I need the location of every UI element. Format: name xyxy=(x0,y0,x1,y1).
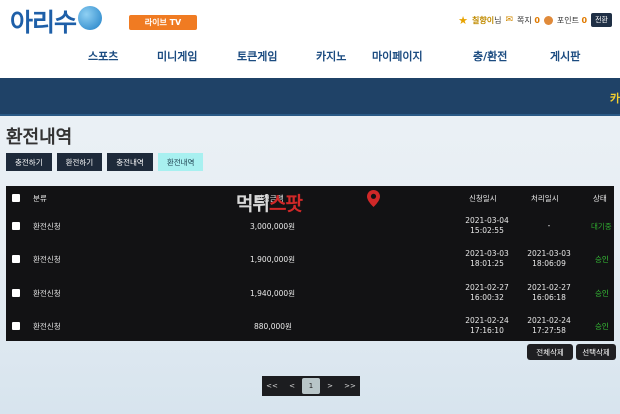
tab-withdraw-history[interactable]: 환전내역 xyxy=(157,153,204,171)
logo-text: 아리수 xyxy=(10,8,77,37)
nav-item-tokengame[interactable]: 토큰게임 xyxy=(237,48,277,64)
table-row: 환전신청 880,000원 2021-02-24 17:16:10 2021-0… xyxy=(6,314,614,340)
row-type: 환전신청 xyxy=(33,289,61,298)
pager-first[interactable]: << xyxy=(262,382,282,390)
points-count: 0 xyxy=(581,15,588,25)
nav-item-mypage[interactable]: 마이페이지 xyxy=(372,48,423,64)
row-amount: 1,940,000원 xyxy=(250,289,296,298)
points-link[interactable]: 포인트 0 xyxy=(557,15,587,26)
row-checkbox[interactable] xyxy=(12,222,20,230)
live-tv-button[interactable]: 라이브 TV xyxy=(129,15,197,30)
pagination: << < 1 > >> xyxy=(262,376,360,396)
row-request-time: 15:02:55 xyxy=(470,226,504,235)
table-header-row: 분류 신청금액 신청일시 처리일시 상태 xyxy=(6,192,614,204)
user-greeting: 칠향이님 xyxy=(472,15,501,26)
delete-all-button[interactable]: 전체삭제 xyxy=(527,344,573,360)
table-row: 환전신청 1,900,000원 2021-03-03 18:01:25 2021… xyxy=(6,247,614,273)
nav-item-minigame[interactable]: 미니게임 xyxy=(157,48,197,64)
pager-current[interactable]: 1 xyxy=(302,378,320,394)
pager-next[interactable]: > xyxy=(320,382,340,390)
row-process-time: 16:06:18 xyxy=(532,293,566,302)
exchange-button[interactable]: 전환 xyxy=(591,13,612,27)
points-label: 포인트 xyxy=(556,15,579,25)
row-type: 환전신청 xyxy=(33,222,61,231)
row-process-time: 18:06:09 xyxy=(532,259,566,268)
user-bar: ★ 칠향이님 ✉ 쪽지 0 포인트 0 전환 xyxy=(458,13,612,27)
row-request-time: 16:00:32 xyxy=(470,293,504,302)
user-nickname: 칠향이 xyxy=(472,15,495,25)
row-request-time: 17:16:10 xyxy=(470,326,504,335)
site-header: 아리수 라이브 TV ★ 칠향이님 ✉ 쪽지 0 포인트 0 전환 스포츠 미니… xyxy=(0,0,620,78)
table-row: 환전신청 1,940,000원 2021-02-27 16:00:32 2021… xyxy=(6,281,614,307)
pager-prev[interactable]: < xyxy=(282,382,302,390)
row-amount: 880,000원 xyxy=(254,322,292,331)
row-request-date: 2021-03-04 xyxy=(465,216,509,225)
row-type: 환전신청 xyxy=(33,255,61,264)
row-checkbox[interactable] xyxy=(12,255,20,263)
header-process-time: 처리일시 xyxy=(531,194,559,203)
row-amount: 3,000,000원 xyxy=(250,222,296,231)
star-icon: ★ xyxy=(458,13,469,27)
tab-bar: 충전하기 환전하기 충전내역 환전내역 xyxy=(6,153,204,171)
row-checkbox[interactable] xyxy=(12,289,20,297)
message-icon: ✉ xyxy=(505,15,514,25)
row-request-date: 2021-03-03 xyxy=(465,249,509,258)
watermark-part2: 스팟 xyxy=(268,193,303,215)
main-nav: 스포츠 미니게임 토큰게임 카지노 마이페이지 충/환전 게시판 xyxy=(0,48,620,68)
row-request-date: 2021-02-27 xyxy=(465,283,509,292)
row-process-date: 2021-03-03 xyxy=(527,249,571,258)
logo-mark-icon xyxy=(78,6,103,30)
tab-deposit[interactable]: 충전하기 xyxy=(6,153,52,171)
point-icon xyxy=(543,15,553,25)
row-process-date: - xyxy=(547,221,551,230)
map-pin-icon xyxy=(367,190,380,207)
nav-item-sports[interactable]: 스포츠 xyxy=(88,48,118,64)
watermark-text: 먹튀스팟 xyxy=(236,189,303,216)
header-request-time: 신청일시 xyxy=(469,194,497,203)
row-status: 승인 xyxy=(595,289,609,298)
notice-band: 카 xyxy=(0,78,620,116)
nav-item-board[interactable]: 게시판 xyxy=(550,48,580,64)
header-status: 상태 xyxy=(593,194,607,203)
messages-count: 0 xyxy=(534,15,540,25)
pager-last[interactable]: >> xyxy=(340,382,360,390)
band-text: 카 xyxy=(609,92,620,105)
nav-item-casino[interactable]: 카지노 xyxy=(316,48,346,64)
row-checkbox[interactable] xyxy=(12,322,20,330)
tab-deposit-history[interactable]: 충전내역 xyxy=(107,153,153,171)
nav-item-deposit-withdraw[interactable]: 충/환전 xyxy=(473,48,507,64)
watermark-part1: 먹튀 xyxy=(236,193,270,215)
row-status: 승인 xyxy=(595,322,609,331)
select-all-checkbox[interactable] xyxy=(12,194,20,202)
site-logo[interactable]: 아리수 xyxy=(10,4,103,38)
messages-link[interactable]: 쪽지 0 xyxy=(517,15,540,26)
row-type: 환전신청 xyxy=(33,322,61,331)
row-process-time: 17:27:58 xyxy=(532,326,566,335)
messages-label: 쪽지 xyxy=(517,15,532,25)
table-row: 환전신청 3,000,000원 2021-03-04 15:02:55 - 대기… xyxy=(6,214,614,240)
row-amount: 1,900,000원 xyxy=(250,255,296,264)
history-table: 분류 신청금액 신청일시 처리일시 상태 환전신청 3,000,000원 202… xyxy=(6,186,614,341)
page-title: 환전내역 xyxy=(6,127,73,148)
row-request-time: 18:01:25 xyxy=(470,259,504,268)
row-process-date: 2021-02-27 xyxy=(527,283,571,292)
row-status: 승인 xyxy=(595,255,609,264)
row-status: 대기중 xyxy=(591,222,612,231)
tab-withdraw[interactable]: 환전하기 xyxy=(56,153,103,171)
user-honorific: 님 xyxy=(494,15,502,25)
delete-selected-button[interactable]: 선택삭제 xyxy=(576,344,616,360)
row-request-date: 2021-02-24 xyxy=(465,316,509,325)
header-type: 분류 xyxy=(33,194,47,203)
row-process-date: 2021-02-24 xyxy=(527,316,571,325)
